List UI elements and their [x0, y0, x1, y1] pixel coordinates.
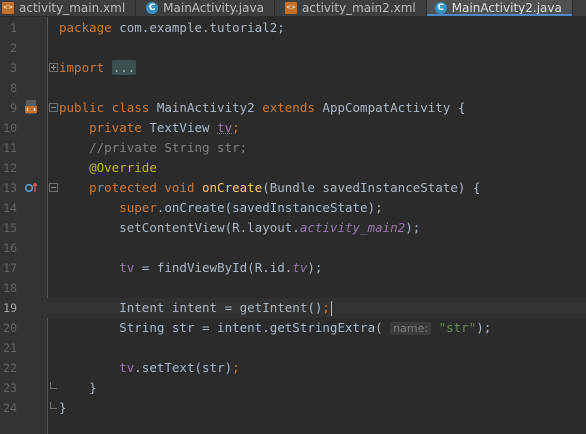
- code-text: String str = intent.getStringExtra(: [119, 320, 391, 335]
- code-line[interactable]: 10 private TextView tv;: [0, 118, 586, 138]
- line-number: 22: [3, 361, 17, 375]
- keyword: import: [59, 60, 105, 75]
- related-layout-xml-icon[interactable]: [25, 100, 37, 114]
- line-number: 11: [3, 141, 17, 155]
- code-text: com.example.tutorial2;: [111, 20, 285, 35]
- line-number: 23: [3, 381, 17, 395]
- line-number: 18: [3, 281, 17, 295]
- keyword: package: [59, 20, 112, 35]
- tab-label: activity_main2.xml: [301, 1, 416, 15]
- line-number: 14: [3, 201, 17, 215]
- code-text: (Bundle savedInstanceState) {: [262, 180, 481, 195]
- keyword: public class: [59, 100, 150, 115]
- line-number: 17: [3, 261, 17, 275]
- fold-end-marker[interactable]: [50, 402, 57, 409]
- string-literal: "str": [431, 320, 477, 335]
- java-class-icon: C: [146, 2, 159, 14]
- parameter-name-hint: name:: [390, 322, 432, 335]
- code-line[interactable]: 9 public class MainActivity2 extends App…: [0, 98, 586, 118]
- line-number: 13: [3, 181, 17, 195]
- code-line[interactable]: 2: [0, 38, 586, 58]
- keyword: private: [89, 120, 142, 135]
- code-line[interactable]: 8: [0, 78, 586, 98]
- code-line[interactable]: 1 package com.example.tutorial2;: [0, 18, 586, 38]
- java-class-icon: C: [434, 2, 447, 14]
- editor-tab-bar: activity_main.xml C MainActivity.java ac…: [0, 0, 586, 17]
- code-line[interactable]: 24 }: [0, 398, 586, 418]
- fold-end-marker[interactable]: [50, 382, 57, 389]
- folded-imports[interactable]: ...: [111, 60, 137, 75]
- keyword: super: [119, 200, 157, 215]
- code-line[interactable]: 13 protected void onCreate(Bundle savedI…: [0, 178, 586, 198]
- tab-label: MainActivity2.java: [451, 1, 562, 15]
- code-line[interactable]: 14 super.onCreate(savedInstanceState);: [0, 198, 586, 218]
- code-line[interactable]: 23 }: [0, 378, 586, 398]
- tab-mainactivity2-java[interactable]: C MainActivity2.java: [426, 0, 573, 16]
- fold-collapse-icon[interactable]: [49, 183, 58, 192]
- code-text: );: [405, 220, 421, 235]
- line-number: 2: [10, 41, 17, 55]
- line-number: 12: [3, 161, 17, 175]
- comment: //private String str;: [89, 140, 248, 155]
- tab-label: MainActivity.java: [163, 1, 264, 15]
- line-number: 8: [10, 81, 17, 95]
- code-line[interactable]: 3 import ...: [0, 58, 586, 78]
- code-line[interactable]: 21: [0, 338, 586, 358]
- line-number: 9: [10, 101, 17, 115]
- class-name: MainActivity2: [149, 100, 263, 115]
- fold-expand-icon[interactable]: [49, 63, 58, 72]
- code-text: );: [476, 320, 492, 335]
- line-number: 20: [3, 321, 17, 335]
- tab-activity-main-xml[interactable]: activity_main.xml: [0, 0, 137, 16]
- code-text: = findViewById(R.id.: [134, 260, 293, 275]
- code-text: setContentView(R.layout.: [119, 220, 300, 235]
- line-number: 3: [10, 61, 17, 75]
- line-number: 21: [3, 341, 17, 355]
- code-line[interactable]: 18: [0, 278, 586, 298]
- code-editor[interactable]: 1 package com.example.tutorial2; 2 3 imp…: [0, 17, 586, 434]
- code-text: TextView: [141, 120, 218, 135]
- code-line[interactable]: 20 String str = intent.getStringExtra( n…: [0, 318, 586, 338]
- keyword: protected void: [89, 180, 195, 195]
- static-field: tv: [292, 260, 308, 275]
- text-cursor: [330, 301, 332, 316]
- tab-label: activity_main.xml: [19, 1, 126, 15]
- line-number: 1: [10, 21, 17, 35]
- line-number: 16: [3, 241, 17, 255]
- static-field: activity_main2: [299, 220, 406, 235]
- field-tv: tv: [119, 360, 135, 375]
- xml-file-icon: [2, 2, 14, 14]
- code-text: }: [89, 380, 97, 395]
- code-line[interactable]: 16: [0, 238, 586, 258]
- semicolon: ;: [232, 360, 240, 375]
- line-number: 15: [3, 221, 17, 235]
- code-text: );: [307, 260, 323, 275]
- current-code-line[interactable]: 19 Intent intent = getIntent();: [0, 298, 586, 318]
- semicolon: ;: [322, 300, 330, 315]
- code-line[interactable]: 11 //private String str;: [0, 138, 586, 158]
- field-tv: tv: [217, 120, 233, 135]
- fold-collapse-icon[interactable]: [49, 103, 58, 112]
- override-method-icon[interactable]: [24, 182, 38, 194]
- field-tv: tv: [119, 260, 135, 275]
- code-line[interactable]: 12 @Override: [0, 158, 586, 178]
- code-line[interactable]: 17 tv = findViewById(R.id.tv);: [0, 258, 586, 278]
- code-text: .onCreate(savedInstanceState);: [156, 200, 383, 215]
- xml-file-icon: [284, 2, 297, 14]
- line-number: 24: [3, 401, 17, 415]
- annotation: @Override: [89, 160, 157, 175]
- code-text: }: [59, 400, 67, 415]
- semicolon: ;: [232, 120, 240, 135]
- tab-activity-main2-xml[interactable]: activity_main2.xml: [275, 0, 427, 16]
- keyword: extends: [262, 100, 315, 115]
- code-line[interactable]: 22 tv.setText(str);: [0, 358, 586, 378]
- code-text: Intent intent = getIntent(): [119, 300, 323, 315]
- line-number: 10: [3, 121, 17, 135]
- code-line[interactable]: 15 setContentView(R.layout.activity_main…: [0, 218, 586, 238]
- method-name: onCreate: [194, 180, 263, 195]
- tab-mainactivity-java[interactable]: C MainActivity.java: [136, 0, 275, 16]
- code-text: AppCompatActivity {: [314, 100, 466, 115]
- line-number: 19: [3, 301, 17, 315]
- code-text: .setText(str): [134, 360, 233, 375]
